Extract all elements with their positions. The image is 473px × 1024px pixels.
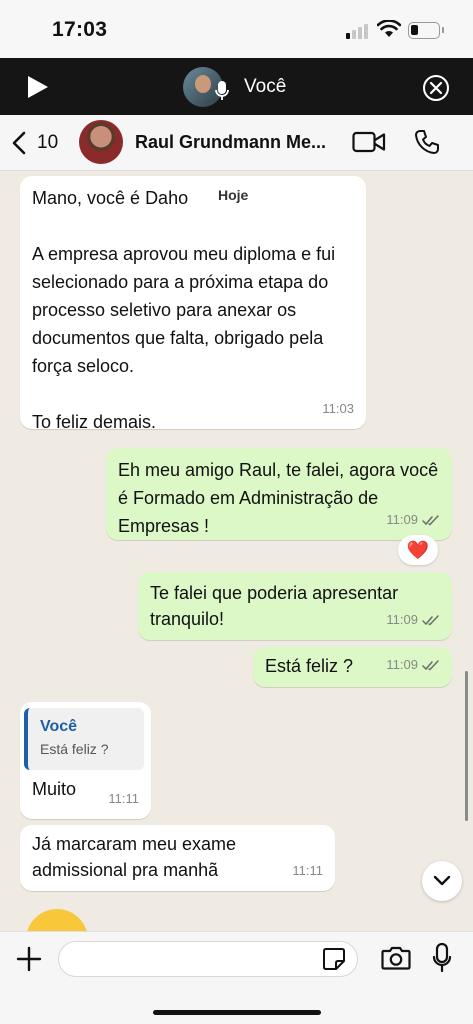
message-meta: 11:09	[386, 506, 440, 534]
message-meta: 11:09	[386, 651, 440, 679]
battery-cap	[442, 27, 444, 33]
home-indicator	[153, 1010, 321, 1015]
status-time: 17:03	[52, 18, 108, 41]
contact-avatar[interactable]	[79, 120, 123, 164]
heart-reaction[interactable]: ❤️	[398, 535, 438, 565]
message-meta: 11:03	[322, 395, 354, 423]
quoted-message[interactable]: Você Está feliz ?	[24, 708, 144, 770]
audio-playback-bar[interactable]: Você	[0, 58, 473, 115]
plus-icon[interactable]	[16, 946, 42, 972]
message-bubble-incoming[interactable]: Já marcaram meu exame admissional pra ma…	[20, 825, 335, 891]
date-chip: Hoje	[211, 185, 256, 205]
microphone-icon[interactable]	[432, 942, 452, 974]
audio-sender-label: Você	[244, 76, 287, 97]
message-time: 11:09	[386, 657, 418, 672]
message-time: 11:11	[108, 791, 139, 806]
message-bubble-outgoing[interactable]: Está feliz ? 11:09	[253, 647, 452, 687]
camera-icon[interactable]	[381, 945, 411, 971]
battery-icon	[408, 22, 440, 39]
message-bubble-incoming-reply[interactable]: Você Está feliz ? Muito 11:11	[20, 702, 151, 819]
chat-header: 10 Raul Grundmann Me...	[0, 115, 473, 171]
play-icon[interactable]	[27, 75, 49, 99]
quoted-author: Você	[40, 718, 78, 735]
message-time: 11:03	[322, 401, 354, 416]
back-chevron-icon[interactable]	[12, 131, 26, 155]
status-bar: 17:03	[0, 0, 473, 58]
close-icon[interactable]	[422, 74, 450, 102]
message-time: 11:09	[386, 612, 418, 627]
message-bubble-incoming[interactable]: Mano, você é Daho A empresa aprovou meu …	[20, 176, 366, 432]
sticker-icon[interactable]	[322, 947, 346, 971]
message-meta: 11:11	[108, 785, 139, 813]
message-bubble-outgoing[interactable]: Te falei que poderia apresentar tranquil…	[138, 572, 452, 640]
read-ticks-icon	[422, 659, 439, 670]
video-call-icon[interactable]	[352, 131, 386, 153]
message-time: 11:11	[292, 863, 323, 878]
back-unread-count[interactable]: 10	[37, 132, 58, 154]
message-text: Mano, você é Daho A empresa aprovou meu …	[32, 188, 336, 432]
scroll-to-bottom-button[interactable]	[422, 861, 462, 901]
scrollbar[interactable]	[465, 671, 468, 821]
read-ticks-icon	[422, 514, 439, 525]
message-text: Já marcaram meu exame admissional pra ma…	[32, 834, 242, 880]
message-bubble-outgoing[interactable]: Eh meu amigo Raul, te falei, agora você …	[106, 448, 452, 540]
message-input-bar	[0, 931, 473, 1024]
chat-messages-area[interactable]: Mano, você é Daho A empresa aprovou meu …	[0, 171, 473, 931]
chevron-down-icon	[433, 875, 451, 886]
cellular-signal-icon	[346, 23, 370, 39]
phone-call-icon[interactable]	[414, 129, 440, 155]
wifi-icon	[377, 20, 401, 37]
contact-name[interactable]: Raul Grundmann Me...	[135, 132, 326, 153]
message-time: 11:09	[386, 512, 418, 527]
microphone-badge-icon	[215, 81, 229, 100]
heart-emoji: ❤️	[406, 539, 430, 560]
message-meta: 11:11	[292, 857, 323, 885]
message-meta: 11:09	[386, 606, 440, 634]
emoji-sticker	[26, 909, 88, 931]
read-ticks-icon	[422, 614, 439, 625]
message-input[interactable]	[58, 941, 358, 977]
quoted-text: Está feliz ?	[40, 741, 109, 757]
